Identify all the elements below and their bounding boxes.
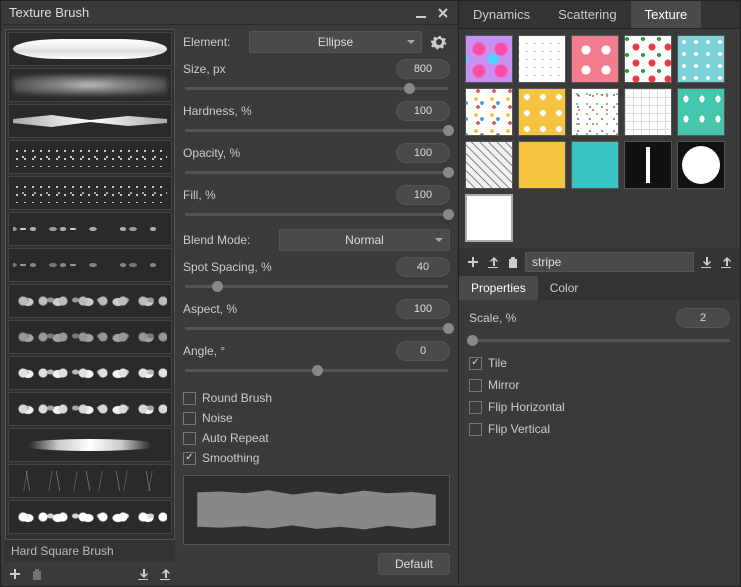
brush-preset[interactable] bbox=[8, 320, 172, 354]
size-slider[interactable] bbox=[185, 87, 448, 90]
tab-dynamics[interactable]: Dynamics bbox=[459, 1, 544, 28]
texture-swatch[interactable] bbox=[571, 35, 619, 83]
scale-slider[interactable] bbox=[469, 339, 730, 342]
round-brush-checkbox[interactable]: Round Brush bbox=[183, 389, 450, 407]
brush-preset[interactable] bbox=[8, 32, 172, 66]
scale-label: Scale, % bbox=[469, 311, 516, 325]
add-texture-icon[interactable] bbox=[465, 254, 481, 270]
brush-preset[interactable] bbox=[8, 176, 172, 210]
opacity-value[interactable]: 100 bbox=[396, 143, 450, 163]
texture-swatch[interactable] bbox=[677, 35, 725, 83]
flip-vertical-checkbox[interactable]: Flip Vertical bbox=[469, 420, 730, 438]
brush-preset[interactable] bbox=[8, 392, 172, 426]
brush-preset[interactable] bbox=[8, 500, 172, 534]
texture-swatch[interactable] bbox=[465, 141, 513, 189]
element-settings-gear-icon[interactable] bbox=[428, 31, 450, 53]
default-button[interactable]: Default bbox=[378, 553, 450, 575]
opacity-slider[interactable] bbox=[185, 171, 448, 174]
aspect-value[interactable]: 100 bbox=[396, 299, 450, 319]
export-brush-icon[interactable] bbox=[157, 566, 173, 582]
import-brush-icon[interactable] bbox=[135, 566, 151, 582]
angle-slider[interactable] bbox=[185, 369, 448, 372]
texture-swatch[interactable] bbox=[518, 88, 566, 136]
blend-mode-label: Blend Mode: bbox=[183, 233, 273, 247]
upload-texture-icon[interactable] bbox=[485, 254, 501, 270]
side-tabs: Dynamics Scattering Texture bbox=[459, 1, 740, 29]
texture-swatch[interactable] bbox=[465, 88, 513, 136]
size-value[interactable]: 800 bbox=[396, 59, 450, 79]
scale-value[interactable]: 2 bbox=[676, 308, 730, 328]
brush-preset[interactable] bbox=[8, 248, 172, 282]
brush-properties-column: Element: Ellipse Size, px 800 Hardness, %… bbox=[179, 25, 458, 586]
fill-label: Fill, % bbox=[183, 188, 216, 202]
brush-preset[interactable] bbox=[8, 284, 172, 318]
brush-preset[interactable] bbox=[8, 68, 172, 102]
selected-brush-name: Hard Square Brush bbox=[5, 540, 175, 562]
brush-preset[interactable] bbox=[8, 212, 172, 246]
brush-preset[interactable] bbox=[8, 104, 172, 138]
hardness-slider[interactable] bbox=[185, 129, 448, 132]
tab-scattering[interactable]: Scattering bbox=[544, 1, 631, 28]
brush-preset[interactable] bbox=[8, 140, 172, 174]
fill-value[interactable]: 100 bbox=[396, 185, 450, 205]
import-textures-icon[interactable] bbox=[698, 254, 714, 270]
texture-swatch[interactable] bbox=[624, 141, 672, 189]
smoothing-checkbox[interactable]: Smoothing bbox=[183, 449, 450, 467]
panel-title: Texture Brush bbox=[9, 5, 89, 20]
brush-preset[interactable] bbox=[8, 356, 172, 390]
texture-swatch[interactable] bbox=[465, 35, 513, 83]
close-icon[interactable] bbox=[436, 6, 450, 20]
subtab-properties[interactable]: Properties bbox=[459, 276, 538, 300]
aspect-slider[interactable] bbox=[185, 327, 448, 330]
texture-toolbar bbox=[459, 248, 740, 276]
brush-stroke-preview bbox=[183, 475, 450, 545]
texture-swatch[interactable] bbox=[677, 141, 725, 189]
element-label: Element: bbox=[183, 35, 243, 49]
texture-filter-input[interactable] bbox=[525, 252, 694, 272]
spacing-slider[interactable] bbox=[185, 285, 448, 288]
blend-mode-dropdown[interactable]: Normal bbox=[279, 229, 450, 251]
minimize-icon[interactable] bbox=[414, 6, 428, 20]
fill-slider[interactable] bbox=[185, 213, 448, 216]
aspect-label: Aspect, % bbox=[183, 302, 237, 316]
spacing-value[interactable]: 40 bbox=[396, 257, 450, 277]
panel-titlebar: Texture Brush bbox=[1, 1, 458, 25]
brush-preset[interactable] bbox=[8, 464, 172, 498]
texture-swatch[interactable] bbox=[624, 35, 672, 83]
auto-repeat-checkbox[interactable]: Auto Repeat bbox=[183, 429, 450, 447]
texture-swatch[interactable] bbox=[624, 88, 672, 136]
texture-swatch[interactable] bbox=[518, 35, 566, 83]
subtab-color[interactable]: Color bbox=[538, 276, 591, 300]
texture-brush-panel: Texture Brush Hard bbox=[0, 0, 459, 587]
angle-value[interactable]: 0 bbox=[396, 341, 450, 361]
hardness-label: Hardness, % bbox=[183, 104, 252, 118]
export-textures-icon[interactable] bbox=[718, 254, 734, 270]
delete-texture-icon[interactable] bbox=[505, 254, 521, 270]
texture-grid bbox=[459, 29, 740, 248]
element-dropdown[interactable]: Ellipse bbox=[249, 31, 422, 53]
texture-swatch[interactable] bbox=[677, 88, 725, 136]
delete-brush-icon[interactable] bbox=[29, 566, 45, 582]
texture-swatch[interactable] bbox=[571, 88, 619, 136]
opacity-label: Opacity, % bbox=[183, 146, 240, 160]
mirror-checkbox[interactable]: Mirror bbox=[469, 376, 730, 394]
texture-swatch[interactable] bbox=[518, 141, 566, 189]
texture-side-panel: Dynamics Scattering Texture Properties C… bbox=[459, 0, 741, 587]
angle-label: Angle, ° bbox=[183, 344, 225, 358]
texture-swatch[interactable] bbox=[571, 141, 619, 189]
tile-checkbox[interactable]: Tile bbox=[469, 354, 730, 372]
spacing-label: Spot Spacing, % bbox=[183, 260, 272, 274]
noise-checkbox[interactable]: Noise bbox=[183, 409, 450, 427]
hardness-value[interactable]: 100 bbox=[396, 101, 450, 121]
brush-preset-list[interactable] bbox=[5, 29, 175, 540]
size-label: Size, px bbox=[183, 62, 226, 76]
brush-presets-column: Hard Square Brush bbox=[1, 25, 179, 586]
texture-swatch[interactable] bbox=[465, 194, 513, 242]
brush-preset[interactable] bbox=[8, 428, 172, 462]
tab-texture[interactable]: Texture bbox=[631, 1, 702, 28]
flip-horizontal-checkbox[interactable]: Flip Horizontal bbox=[469, 398, 730, 416]
add-brush-icon[interactable] bbox=[7, 566, 23, 582]
texture-subtabs: Properties Color bbox=[459, 276, 740, 300]
